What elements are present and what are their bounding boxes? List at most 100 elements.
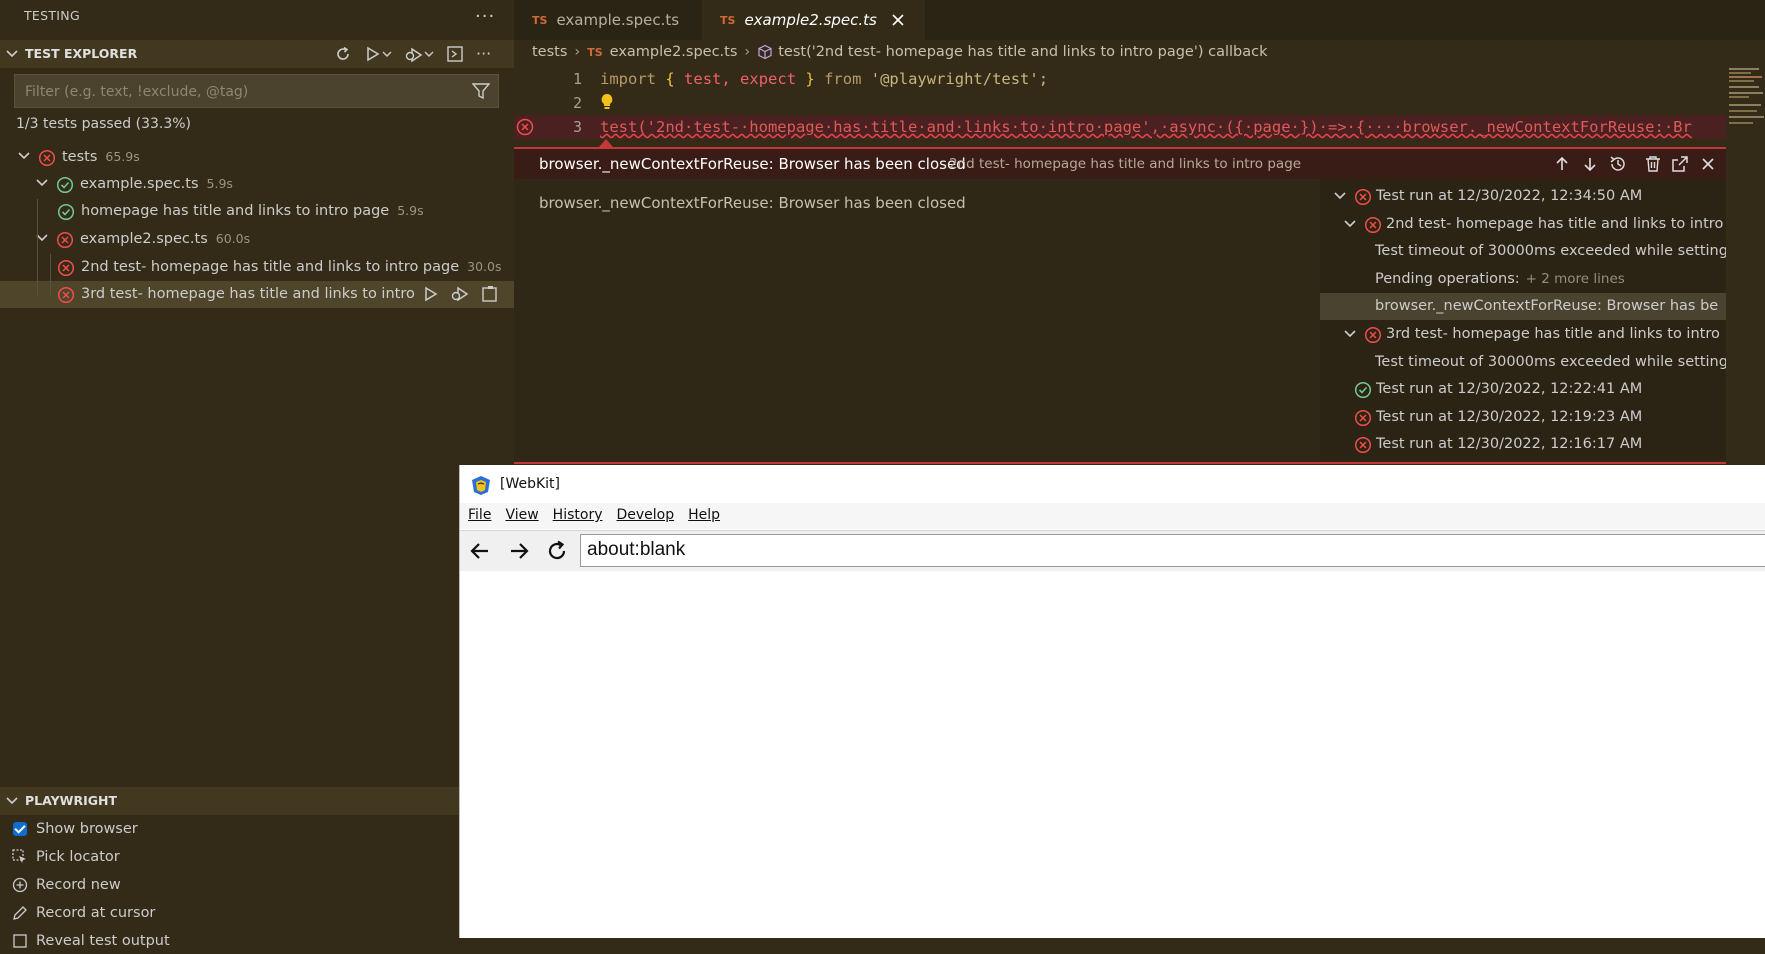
window-title: [WebKit] — [500, 476, 561, 492]
pick-locator-button[interactable]: Pick locator — [10, 844, 120, 870]
test-peek-view: browser._newContextForReuse: Browser has… — [514, 147, 1726, 464]
menu-help[interactable]: Help — [688, 507, 720, 529]
run-test-icon[interactable] — [422, 285, 440, 303]
chevron-down-icon[interactable] — [1344, 219, 1356, 229]
failed-icon — [1354, 436, 1372, 454]
close-icon[interactable] — [1698, 154, 1718, 174]
failed-icon — [1364, 216, 1382, 234]
chevron-right-icon: › — [744, 44, 751, 60]
more-actions-icon[interactable]: ··· — [476, 45, 491, 63]
history-label: Test run at 12/30/2022, 12:19:23 AM — [1376, 408, 1643, 425]
go-to-test-icon[interactable] — [480, 285, 500, 303]
passed-icon — [1354, 381, 1372, 399]
history-item[interactable]: Test timeout of 30000ms exceeded while s… — [1320, 349, 1726, 376]
webkit-browser-window: [WebKit] File View History Develop Help … — [459, 465, 1765, 938]
reveal-test-output-label: Reveal test output — [36, 933, 170, 949]
show-output-icon[interactable] — [446, 45, 464, 63]
peek-error-title: browser._newContextForReuse: Browser has… — [539, 155, 966, 173]
minimap[interactable] — [1726, 66, 1765, 166]
history-item[interactable]: Test run at 12/30/2022, 12:19:23 AM — [1320, 404, 1726, 431]
back-arrow-icon[interactable] — [469, 540, 491, 562]
playwright-header[interactable]: PLAYWRIGHT — [0, 787, 514, 815]
show-browser-checkbox[interactable]: Show browser — [10, 816, 138, 842]
chevron-down-icon[interactable] — [1344, 329, 1356, 339]
reveal-test-output-button[interactable]: Reveal test output — [10, 928, 170, 954]
tab-example2-spec[interactable]: TS example2.spec.ts — [702, 0, 925, 40]
test-tree-item[interactable]: 3rd test- homepage has title and links t… — [0, 281, 514, 308]
arrow-up-icon[interactable] — [1552, 154, 1572, 174]
debug-tests-icon[interactable] — [404, 45, 434, 63]
history-label: Test run at 12/30/2022, 12:22:41 AM — [1376, 381, 1643, 398]
page-content[interactable] — [460, 571, 1765, 938]
test-tree-item[interactable]: example.spec.ts 5.9s — [0, 171, 514, 198]
refresh-tests-icon[interactable] — [334, 45, 352, 63]
breadcrumb-file[interactable]: example2.spec.ts — [610, 44, 738, 60]
code-line-2[interactable]: 2 — [514, 91, 1726, 115]
failed-icon — [38, 149, 56, 167]
open-in-editor-icon[interactable] — [1670, 154, 1690, 174]
breadcrumb-folder[interactable]: tests — [532, 44, 567, 60]
record-at-cursor-button[interactable]: Record at cursor — [10, 900, 155, 926]
run-tests-icon[interactable] — [364, 45, 392, 63]
history-item[interactable]: Pending operations: + 2 more lines — [1320, 266, 1726, 293]
history-item[interactable]: 3rd test- homepage has title and links t… — [1320, 321, 1726, 348]
history-item[interactable]: browser._newContextForReuse: Browser has… — [1320, 293, 1726, 321]
history-item[interactable]: Test run at 12/30/2022, 12:22:41 AM — [1320, 376, 1726, 403]
history-item[interactable]: Test run at 12/30/2022, 12:16:17 AM — [1320, 431, 1726, 458]
close-icon[interactable] — [891, 13, 905, 27]
test-tree-item[interactable]: example2.spec.ts 60.0s — [0, 226, 514, 253]
filter-icon[interactable] — [472, 83, 490, 99]
trash-icon[interactable] — [1644, 154, 1662, 174]
chevron-down-icon[interactable] — [18, 151, 30, 161]
menu-history[interactable]: History — [553, 507, 603, 529]
forward-arrow-icon[interactable] — [508, 540, 530, 562]
window-title-bar[interactable]: [WebKit] — [460, 465, 1765, 503]
history-icon[interactable] — [1608, 154, 1628, 174]
record-at-cursor-label: Record at cursor — [36, 905, 156, 921]
reload-icon[interactable] — [546, 540, 568, 562]
failed-icon — [1354, 409, 1372, 427]
url-bar[interactable]: about:blank — [580, 534, 1765, 567]
code-line-3[interactable]: 3 test('2nd·test-·homepage·has·title·and… — [514, 115, 1726, 139]
menu-bar: File View History Develop Help — [460, 503, 1765, 529]
debug-test-icon[interactable] — [450, 285, 470, 303]
typescript-icon: TS — [720, 13, 736, 27]
chevron-down-icon[interactable] — [36, 178, 48, 188]
line-number: 3 — [572, 118, 582, 136]
menu-view[interactable]: View — [505, 507, 538, 529]
passed-icon — [57, 203, 75, 221]
lightbulb-icon[interactable] — [600, 93, 614, 111]
arrow-down-icon[interactable] — [1580, 154, 1600, 174]
code-line-1[interactable]: 1 import { test, expect } from '@playwri… — [514, 67, 1726, 91]
peek-message: browser._newContextForReuse: Browser has… — [539, 194, 966, 212]
history-label: 2nd test- homepage has title and links t… — [1386, 215, 1724, 232]
test-tree-item[interactable]: tests 65.9s — [0, 144, 514, 171]
symbol-method-icon — [757, 44, 773, 60]
tab-example-spec[interactable]: TS example.spec.ts — [532, 0, 692, 40]
menu-file[interactable]: File — [468, 507, 491, 529]
test-tree-item[interactable]: 2nd test- homepage has title and links t… — [0, 254, 514, 281]
checkbox-checked-icon[interactable] — [13, 822, 27, 836]
tree-guide — [37, 199, 38, 297]
breadcrumb-symbol[interactable]: test('2nd test- homepage has title and l… — [778, 44, 1267, 60]
filter-input[interactable] — [23, 81, 457, 103]
chevron-down-icon[interactable] — [1334, 191, 1346, 201]
test-explorer-header[interactable]: TEST EXPLORER ··· — [0, 40, 514, 68]
failed-icon — [57, 259, 75, 277]
pick-locator-label: Pick locator — [36, 849, 120, 865]
sidebar-title: TESTING — [24, 8, 80, 23]
test-tree-item[interactable]: homepage has title and links to intro pa… — [0, 198, 514, 225]
typescript-icon: TS — [587, 45, 603, 59]
test-duration: 5.9s — [397, 203, 424, 218]
history-item[interactable]: Test run at 12/30/2022, 12:34:50 AM — [1320, 183, 1726, 210]
history-item[interactable]: Test timeout of 30000ms exceeded while s… — [1320, 238, 1726, 265]
code-text: import { test, expect } from '@playwrigh… — [600, 70, 1049, 88]
test-filter[interactable] — [14, 74, 499, 108]
test-duration: 65.9s — [105, 149, 140, 164]
more-actions-icon[interactable]: ··· — [475, 6, 495, 27]
record-new-button[interactable]: Record new — [10, 872, 121, 898]
history-item[interactable]: 2nd test- homepage has title and links t… — [1320, 211, 1726, 238]
failed-icon — [56, 231, 74, 249]
menu-develop[interactable]: Develop — [616, 507, 674, 529]
error-gutter-icon[interactable] — [516, 118, 534, 136]
